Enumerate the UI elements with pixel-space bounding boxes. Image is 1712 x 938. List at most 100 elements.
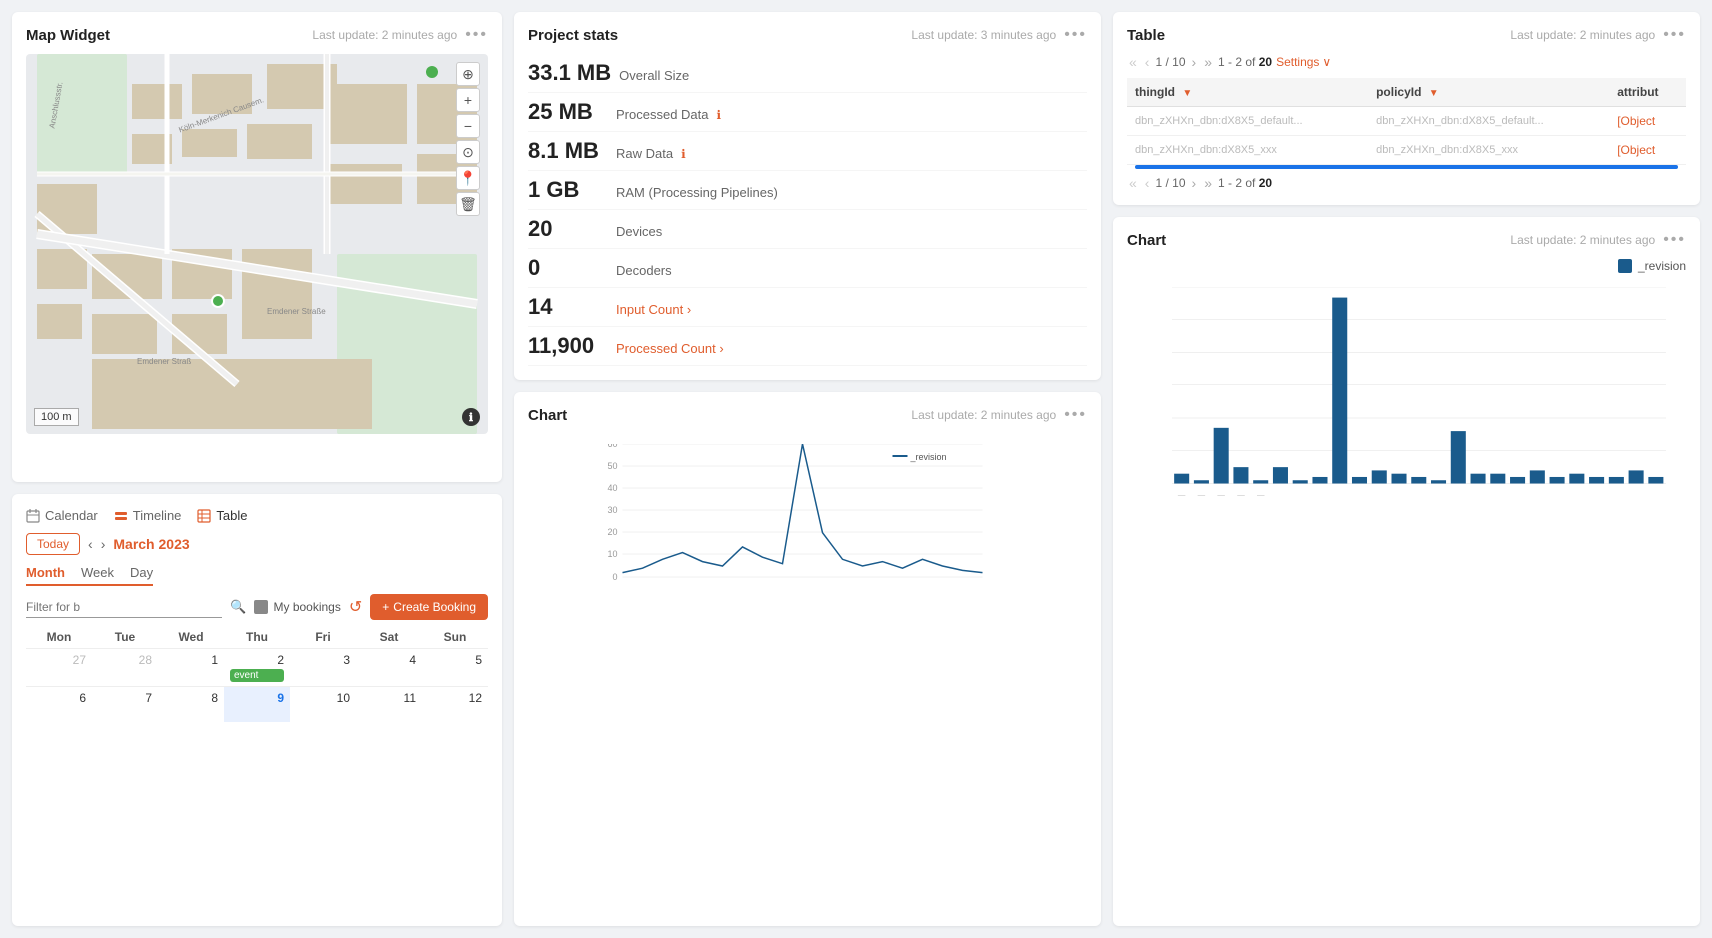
cal-day-27[interactable]: 27 [26,648,92,686]
stat-row-input: 14 Input Count › [528,288,1087,327]
table-row[interactable]: dbn_zXHXn_dbn:dX8X5_default... dbn_zXHXn… [1127,107,1686,136]
reset-button[interactable]: ↺ [349,597,362,617]
prev-month-button[interactable]: ‹ [88,536,93,552]
stat-label-devices: Devices [616,224,662,239]
cal-day-11[interactable]: 11 [356,686,422,722]
cal-day-1[interactable]: 1 [158,648,224,686]
filter-input[interactable] [26,597,222,618]
table-bottom-first-btn[interactable]: « [1127,175,1139,191]
calendar-week2: 6 7 8 9 10 11 12 [26,686,488,722]
map-locate-btn[interactable]: ⊕ [456,62,480,86]
cal-day-6[interactable]: 6 [26,686,92,722]
stat-value-ram: 1 GB [528,177,608,203]
svg-text:0: 0 [612,572,617,582]
cal-day-5[interactable]: 5 [422,648,488,686]
cal-day-4[interactable]: 4 [356,648,422,686]
view-tab-week[interactable]: Week [81,565,114,580]
cal-day-12[interactable]: 12 [422,686,488,722]
stats-dots-menu[interactable]: ••• [1064,26,1087,44]
cal-day-3[interactable]: 3 [290,648,356,686]
bar-chart-svg: 0 10 20 30 40 50 60 [1172,287,1666,523]
table-dots-menu[interactable]: ••• [1663,26,1686,44]
svg-text:—: — [1198,490,1206,499]
chart-header-col2: Chart Last update: 2 minutes ago ••• [528,406,1087,424]
today-button[interactable]: Today [26,533,80,555]
cal-day-2[interactable]: 2 event [224,648,290,686]
table-settings-btn[interactable]: Settings ∨ [1276,55,1331,69]
filter-icon-policyid[interactable]: ▼ [1429,88,1439,99]
map-delete-btn[interactable]: 🗑 [456,192,480,216]
table-prev-btn[interactable]: ‹ [1143,54,1152,70]
bar-chart-widget: Chart Last update: 2 minutes ago ••• _re… [1113,217,1700,926]
my-bookings-toggle[interactable]: My bookings [254,600,340,614]
cell-thingid-2: dbn_zXHXn_dbn:dX8X5_xxx [1127,136,1368,165]
map-zoom-out-btn[interactable]: − [456,114,480,138]
table-bottom-next-btn[interactable]: › [1190,175,1199,191]
cal-day-28[interactable]: 28 [92,648,158,686]
table-next-btn[interactable]: › [1190,54,1199,70]
bar-chart-title: Chart [1127,232,1166,249]
cal-day-7[interactable]: 7 [92,686,158,722]
map-reset-btn[interactable]: ⊙ [456,140,480,164]
table-last-update: Last update: 2 minutes ago [1510,28,1655,42]
map-last-update: Last update: 2 minutes ago [312,28,457,42]
table-bottom-range: 1 - 2 of 20 [1218,176,1272,190]
view-tab-month[interactable]: Month [26,565,65,580]
stat-label-processed-count[interactable]: Processed Count › [616,341,724,356]
stat-label-input[interactable]: Input Count › [616,302,691,317]
svg-text:—: — [1217,490,1225,499]
view-tab-day[interactable]: Day [130,565,153,580]
bar-legend-label: _revision [1638,259,1686,273]
table-nav-top: « ‹ 1 / 10 › » 1 - 2 of 20 Settings ∨ [1127,54,1686,70]
table-current-page: 1 / 10 [1155,55,1185,69]
chart-last-update-col2: Last update: 2 minutes ago [911,408,1056,422]
table-bottom-prev-btn[interactable]: ‹ [1143,175,1152,191]
tab-table[interactable]: Table [197,508,247,523]
stat-label-decoders: Decoders [616,263,672,278]
col-attribut: attribut [1609,78,1686,107]
map-container[interactable]: Anschlussstr. Köln-Merkenich Causem. Emd… [26,54,488,434]
next-month-button[interactable]: › [101,536,106,552]
svg-text:Emdener Straße: Emdener Straße [267,307,326,316]
svg-text:60: 60 [607,444,617,449]
map-pin-btn[interactable]: 📍 [456,166,480,190]
filter-icon-thingid[interactable]: ▼ [1182,88,1192,99]
stat-value-processed-data: 25 MB [528,99,608,125]
svg-text:40: 40 [607,483,617,493]
svg-text:10: 10 [607,549,617,559]
table-first-btn[interactable]: « [1127,54,1139,70]
bar-chart-dots[interactable]: ••• [1663,231,1686,249]
stat-label-overall: Overall Size [619,68,689,83]
svg-text:—: — [1178,490,1186,499]
stat-value-decoders: 0 [528,255,608,281]
map-widget-header: Map Widget Last update: 2 minutes ago ••… [26,26,488,44]
tab-calendar[interactable]: Calendar [26,508,98,523]
table-widget-title: Table [1127,27,1165,44]
calendar-grid: Mon Tue Wed Thu Fri Sat Sun 27 28 1 2 ev… [26,630,488,722]
stat-label-processed-data: Processed Data [616,107,709,122]
stat-row-ram: 1 GB RAM (Processing Pipelines) [528,171,1087,210]
day-header-wed: Wed [158,630,224,644]
table-row[interactable]: dbn_zXHXn_dbn:dX8X5_xxx dbn_zXHXn_dbn:dX… [1127,136,1686,165]
chart-dots-col2[interactable]: ••• [1064,406,1087,424]
chart-widget-col2: Chart Last update: 2 minutes ago ••• [514,392,1101,926]
map-info-btn[interactable]: ℹ [462,408,480,426]
svg-text:Emdener Straß: Emdener Straß [137,357,191,366]
cal-day-8[interactable]: 8 [158,686,224,722]
col-policyid: policyId ▼ [1368,78,1609,107]
map-zoom-in-btn[interactable]: + [456,88,480,112]
calendar-nav: Today ‹ › March 2023 [26,533,488,555]
search-icon[interactable]: 🔍 [230,599,246,615]
bar-chart-legend: _revision [1127,259,1686,273]
map-dots-menu[interactable]: ••• [465,26,488,44]
table-bottom-last-btn[interactable]: » [1202,175,1214,191]
create-booking-button[interactable]: + Create Booking [370,594,488,620]
table-last-btn[interactable]: » [1202,54,1214,70]
stat-info-processed-data: ℹ [717,108,722,122]
tab-timeline[interactable]: Timeline [114,508,182,523]
chart-meta-col2: Last update: 2 minutes ago ••• [911,406,1087,424]
cal-day-9[interactable]: 9 [224,686,290,722]
chart-title-col2: Chart [528,407,567,424]
map-scale: 100 m [34,408,79,426]
cal-day-10[interactable]: 10 [290,686,356,722]
